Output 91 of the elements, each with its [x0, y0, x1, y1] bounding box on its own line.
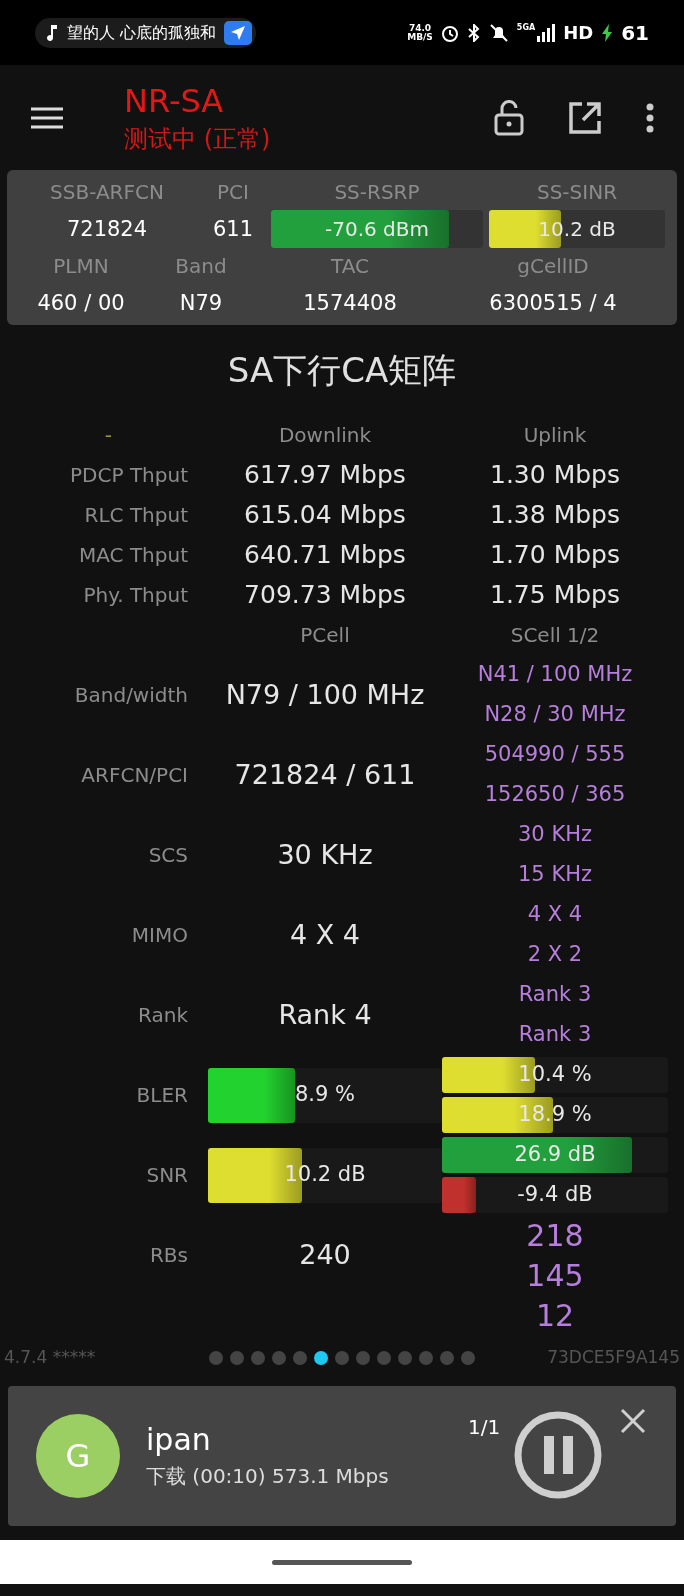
column-header: PCell — [300, 622, 350, 649]
table-cell-text: 30 KHz — [277, 837, 373, 872]
table-cell-text: Rank 3 — [518, 1021, 592, 1049]
table-cell-text: 4 X 4 — [290, 917, 360, 952]
field-label: TAC — [331, 253, 369, 280]
page-count: 1/1 — [468, 1414, 501, 1441]
bar-value: -9.4 dB — [517, 1181, 593, 1209]
row-label: RBs — [149, 1242, 188, 1269]
table-cell-text: 1.70 Mbps — [490, 539, 620, 572]
bar-value: -70.6 dBm — [325, 216, 429, 243]
column-header: Downlink — [278, 422, 371, 449]
app-title: NR-SA — [124, 80, 225, 122]
table-cell-text: 1.75 Mbps — [490, 579, 620, 612]
table-cell-text: 615.04 Mbps — [244, 499, 406, 532]
table-cell-text: 30 KHz — [518, 821, 592, 849]
network-type: 5GA — [516, 23, 536, 32]
field-value: N79 — [179, 290, 223, 317]
table-cell-text: Rank 4 — [278, 997, 372, 1032]
field-value: 6300515 / 4 — [489, 290, 617, 317]
table-cell-text: 2 X 2 — [527, 941, 583, 969]
avatar: G — [36, 1414, 120, 1498]
external-link-icon[interactable] — [568, 100, 602, 135]
row-label: MIMO — [131, 922, 188, 949]
home-indicator[interactable] — [272, 1559, 412, 1565]
table-cell-text: 504990 / 555 — [484, 741, 626, 769]
version-label: 4.7.4 ***** — [4, 1346, 97, 1370]
pause-button-icon[interactable] — [513, 1410, 603, 1500]
field-label: SSB-ARFCN — [50, 179, 164, 206]
row-label: Phy. Thput — [83, 582, 188, 609]
muted-bell-icon — [488, 22, 509, 43]
notification-detail: 下载 (00:10) 573.1 Mbps — [146, 1463, 389, 1490]
more-options-icon[interactable] — [646, 102, 654, 133]
row-label: Rank — [138, 1002, 188, 1029]
app-status: 测试中 (正常) — [124, 123, 272, 155]
table-cell-text: 218 — [526, 1216, 584, 1255]
field-value: 460 / 00 — [37, 290, 125, 317]
bar-value: 26.9 dB — [514, 1141, 596, 1169]
table-cell-text: 240 — [299, 1237, 351, 1272]
table-cell-text: Rank 3 — [518, 981, 592, 1009]
bar-value: 8.9 % — [295, 1081, 355, 1109]
row-label: MAC Thput — [79, 542, 188, 569]
table-cell-text: N28 / 30 MHz — [484, 701, 626, 729]
section-title: SA下行CA矩阵 — [226, 348, 458, 392]
notification-title: ipan — [146, 1421, 211, 1459]
speed-value: 74.0 — [408, 23, 432, 33]
media-pill[interactable]: 望的人 心底的孤独和 — [35, 17, 257, 48]
table-cell-text: 145 — [526, 1256, 584, 1295]
speed-unit: MB/S — [407, 32, 433, 42]
table-cell-text: 709.73 Mbps — [244, 579, 406, 612]
row-label: BLER — [136, 1082, 188, 1109]
battery-level: 61 — [621, 19, 649, 47]
charging-bolt-icon — [601, 23, 614, 42]
row-label: RLC Thput — [84, 502, 188, 529]
table-cell-text: 4 X 4 — [527, 901, 583, 929]
row-label: SNR — [146, 1162, 188, 1189]
music-note-icon — [45, 23, 59, 42]
field-label: Band — [175, 253, 227, 280]
field-label: PLMN — [53, 253, 109, 280]
unlock-icon[interactable] — [494, 99, 524, 136]
signal-icon — [537, 23, 556, 42]
table-cell-text: N79 / 100 MHz — [225, 677, 425, 712]
table-cell-text: 1.38 Mbps — [490, 499, 620, 532]
table-cell-text: 1.30 Mbps — [490, 459, 620, 492]
column-header: Uplink — [523, 422, 587, 449]
device-id: 73DCE5F9A145 — [546, 1346, 680, 1370]
field-label: SS-SINR — [536, 179, 618, 206]
field-value: 1574408 — [303, 290, 397, 317]
field-label: SS-RSRP — [334, 179, 420, 206]
table-cell-text: 152650 / 365 — [484, 781, 626, 809]
table-cell-text: 617.97 Mbps — [244, 459, 406, 492]
bluetooth-icon — [466, 23, 481, 42]
table-cell-text: 12 — [535, 1296, 575, 1335]
field-label: gCellID — [517, 253, 589, 280]
table-cell-text: N41 / 100 MHz — [477, 661, 633, 689]
column-header: SCell 1/2 — [510, 622, 600, 649]
field-label: PCI — [217, 179, 249, 206]
table-cell-text: 15 KHz — [518, 861, 592, 889]
row-label: SCS — [148, 842, 188, 869]
field-value: 611 — [212, 216, 254, 243]
close-icon[interactable] — [620, 1408, 646, 1434]
field-value: 721824 — [66, 216, 148, 243]
table-cell-text: 721824 / 611 — [234, 757, 416, 792]
row-label: ARFCN/PCI — [81, 762, 188, 789]
menu-icon[interactable] — [30, 105, 64, 130]
alarm-icon — [440, 23, 459, 42]
media-title: 望的人 心底的孤独和 — [67, 21, 217, 44]
row-label: PDCP Thput — [70, 462, 188, 489]
column-header: - — [104, 422, 112, 449]
hd-indicator: HD — [563, 21, 594, 45]
table-cell-text: 640.71 Mbps — [244, 539, 406, 572]
row-label: Band/width — [74, 682, 188, 709]
